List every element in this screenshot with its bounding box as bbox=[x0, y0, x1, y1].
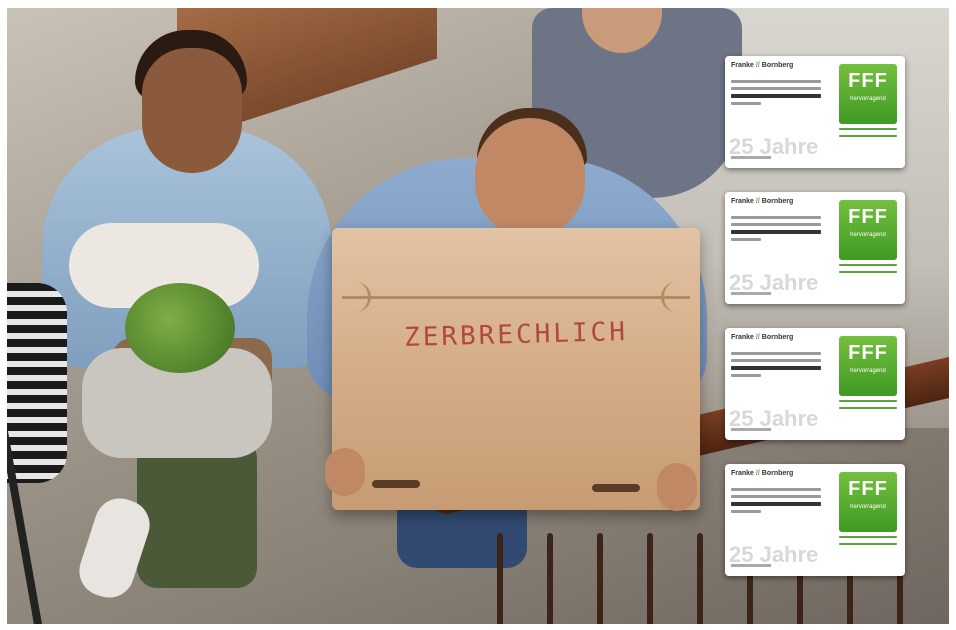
badge-meta bbox=[839, 128, 897, 142]
badge-fine-print bbox=[731, 80, 821, 109]
fff-seal: FFF hervorragend bbox=[839, 200, 897, 260]
box-flap-left bbox=[334, 282, 371, 312]
fff-seal: FFF hervorragend bbox=[839, 472, 897, 532]
box-flap-right bbox=[661, 282, 698, 312]
fff-seal: FFF hervorragend bbox=[839, 64, 897, 124]
rating-badge: 25 Jahre Franke // Bornberg FFF hervorrag… bbox=[725, 192, 905, 304]
badge-footer bbox=[731, 156, 771, 159]
rating-badge: 25 Jahre Franke // Bornberg FFF hervorrag… bbox=[725, 328, 905, 440]
badge-brand: Franke // Bornberg bbox=[731, 198, 794, 205]
badge-footer bbox=[731, 564, 771, 567]
badge-footer bbox=[731, 428, 771, 431]
badge-fine-print bbox=[731, 488, 821, 517]
potted-plant bbox=[125, 283, 235, 373]
photo-frame: ZERBRECHLICH 25 Jahre Franke // Bornberg… bbox=[7, 8, 949, 624]
box-lid-seam bbox=[342, 296, 690, 299]
badge-footer bbox=[731, 292, 771, 295]
fff-seal: FFF hervorragend bbox=[839, 336, 897, 396]
badge-fine-print bbox=[731, 216, 821, 245]
rating-badge: 25 Jahre Franke // Bornberg FFF hervorrag… bbox=[725, 56, 905, 168]
woman-legs bbox=[137, 438, 257, 588]
box-handle-right bbox=[592, 484, 640, 492]
box-label: ZERBRECHLICH bbox=[403, 317, 629, 353]
cardboard-box: ZERBRECHLICH bbox=[332, 228, 700, 510]
person-left-striped bbox=[7, 283, 67, 483]
box-handle-left bbox=[372, 480, 420, 488]
badge-fine-print bbox=[731, 352, 821, 381]
man-head bbox=[475, 118, 585, 238]
woman-head bbox=[142, 48, 242, 173]
badge-meta bbox=[839, 536, 897, 550]
rating-badge: 25 Jahre Franke // Bornberg FFF hervorrag… bbox=[725, 464, 905, 576]
badge-brand: Franke // Bornberg bbox=[731, 334, 794, 341]
badge-brand: Franke // Bornberg bbox=[731, 470, 794, 477]
hand-right bbox=[657, 463, 697, 511]
certificate-badges: 25 Jahre Franke // Bornberg FFF hervorrag… bbox=[725, 56, 905, 586]
badge-meta bbox=[839, 264, 897, 278]
badge-meta bbox=[839, 400, 897, 414]
hand-left bbox=[325, 448, 365, 496]
badge-brand: Franke // Bornberg bbox=[731, 62, 794, 69]
